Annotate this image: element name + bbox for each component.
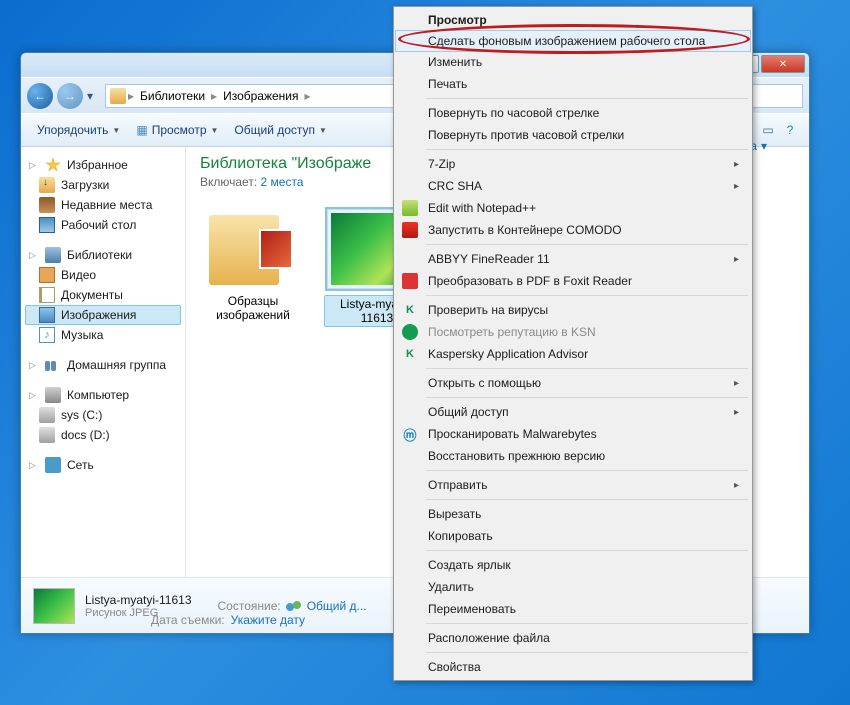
sidebar-drive-c[interactable]: sys (C:) xyxy=(25,405,181,425)
ctx-properties[interactable]: Свойства xyxy=(396,656,750,678)
folder-icon xyxy=(209,209,297,287)
ctx-delete[interactable]: Удалить xyxy=(396,576,750,598)
ctx-restore[interactable]: Восстановить прежнюю версию xyxy=(396,445,750,467)
kaspersky-icon: K xyxy=(402,302,418,318)
sidebar: ▷Избранное Загрузки Недавние места Рабоч… xyxy=(21,147,186,577)
ctx-rotate-ccw[interactable]: Повернуть против часовой стрелки xyxy=(396,124,750,146)
recent-icon xyxy=(39,197,55,213)
ctx-sharing[interactable]: Общий доступ▸ xyxy=(396,401,750,423)
ctx-antivirus[interactable]: KПроверить на вирусы xyxy=(396,299,750,321)
ctx-ksn[interactable]: Посмотреть репутацию в KSN xyxy=(396,321,750,343)
desktop-icon xyxy=(39,217,55,233)
download-icon xyxy=(39,177,55,193)
pictures-icon xyxy=(39,307,55,323)
malwarebytes-icon: ⓜ xyxy=(402,426,418,442)
sidebar-drive-d[interactable]: docs (D:) xyxy=(25,425,181,445)
back-button[interactable]: ← xyxy=(27,83,53,109)
kaspersky-icon: K xyxy=(402,346,418,362)
preview-pane-icon[interactable]: ▭ xyxy=(757,119,779,141)
network-icon xyxy=(45,457,61,473)
sidebar-downloads[interactable]: Загрузки xyxy=(25,175,181,195)
sidebar-network[interactable]: ▷Сеть xyxy=(25,455,181,475)
ctx-file-location[interactable]: Расположение файла xyxy=(396,627,750,649)
ctx-set-wallpaper[interactable]: Сделать фоновым изображением рабочего ст… xyxy=(395,30,751,52)
chevron-right-icon: ▸ xyxy=(211,89,217,103)
file-samples-folder[interactable]: Образцы изображений xyxy=(200,209,306,327)
computer-icon xyxy=(45,387,61,403)
ksn-icon xyxy=(402,324,418,340)
context-menu: Просмотр Сделать фоновым изображением ра… xyxy=(393,6,753,681)
drive-icon xyxy=(39,427,55,443)
comodo-icon xyxy=(402,222,418,238)
ctx-print[interactable]: Печать xyxy=(396,73,750,95)
ctx-rotate-cw[interactable]: Повернуть по часовой стрелке xyxy=(396,102,750,124)
music-icon: ♪ xyxy=(39,327,55,343)
share-icon xyxy=(285,599,303,613)
star-icon xyxy=(45,157,61,173)
organize-button[interactable]: Упорядочить▼ xyxy=(29,119,128,141)
ctx-comodo[interactable]: Запустить в Контейнере COMODO xyxy=(396,219,750,241)
sidebar-homegroup[interactable]: ▷Домашняя группа xyxy=(25,355,181,375)
sidebar-favorites[interactable]: ▷Избранное xyxy=(25,155,181,175)
ctx-7zip[interactable]: 7-Zip▸ xyxy=(396,153,750,175)
chevron-right-icon: ▸ xyxy=(128,89,134,103)
share-button[interactable]: Общий доступ▼ xyxy=(226,119,335,141)
ctx-kadvisor[interactable]: KKaspersky Application Advisor xyxy=(396,343,750,365)
sidebar-computer[interactable]: ▷Компьютер xyxy=(25,385,181,405)
sidebar-libraries[interactable]: ▷Библиотеки xyxy=(25,245,181,265)
drive-icon xyxy=(39,407,55,423)
forward-button[interactable]: → xyxy=(57,83,83,109)
ctx-view[interactable]: Просмотр xyxy=(396,9,750,31)
notepadpp-icon xyxy=(402,200,418,216)
ctx-shortcut[interactable]: Создать ярлык xyxy=(396,554,750,576)
library-locations-link[interactable]: 2 места xyxy=(261,175,304,189)
breadcrumb-images[interactable]: Изображения xyxy=(219,87,302,105)
ctx-malwarebytes[interactable]: ⓜПросканировать Malwarebytes xyxy=(396,423,750,445)
documents-icon xyxy=(39,287,55,303)
history-dropdown[interactable]: ▾ xyxy=(87,89,101,103)
sidebar-video[interactable]: Видео xyxy=(25,265,181,285)
sidebar-documents[interactable]: Документы xyxy=(25,285,181,305)
help-icon[interactable]: ? xyxy=(779,119,801,141)
sidebar-recent[interactable]: Недавние места xyxy=(25,195,181,215)
sidebar-music[interactable]: ♪Музыка xyxy=(25,325,181,345)
breadcrumb-libraries[interactable]: Библиотеки xyxy=(136,87,209,105)
libraries-icon xyxy=(110,88,126,104)
ctx-foxit[interactable]: Преобразовать в PDF в Foxit Reader xyxy=(396,270,750,292)
chevron-right-icon: ▸ xyxy=(305,89,311,103)
close-button[interactable]: ✕ xyxy=(761,55,805,73)
ctx-cut[interactable]: Вырезать xyxy=(396,503,750,525)
details-thumbnail xyxy=(33,588,75,624)
libraries-icon xyxy=(45,247,61,263)
ctx-edit[interactable]: Изменить xyxy=(396,51,750,73)
details-filename: Listya-myatyi-11613 xyxy=(85,593,192,607)
ctx-notepadpp[interactable]: Edit with Notepad++ xyxy=(396,197,750,219)
sidebar-desktop[interactable]: Рабочий стол xyxy=(25,215,181,235)
ctx-send-to[interactable]: Отправить▸ xyxy=(396,474,750,496)
ctx-rename[interactable]: Переименовать xyxy=(396,598,750,620)
video-icon xyxy=(39,267,55,283)
ctx-open-with[interactable]: Открыть с помощью▸ xyxy=(396,372,750,394)
details-state: Состояние: Общий д... xyxy=(218,599,367,613)
homegroup-icon xyxy=(45,357,61,373)
preview-button[interactable]: ▦Просмотр▼ xyxy=(128,119,226,141)
details-date-label: Дата съемки: xyxy=(151,613,225,627)
file-label: Образцы изображений xyxy=(200,293,306,323)
ctx-abbyy[interactable]: ABBYY FineReader 11▸ xyxy=(396,248,750,270)
details-date-value[interactable]: Укажите дату xyxy=(231,613,305,627)
pdf-icon xyxy=(402,273,418,289)
ctx-copy[interactable]: Копировать xyxy=(396,525,750,547)
sidebar-images[interactable]: Изображения xyxy=(25,305,181,325)
ctx-crc-sha[interactable]: CRC SHA▸ xyxy=(396,175,750,197)
